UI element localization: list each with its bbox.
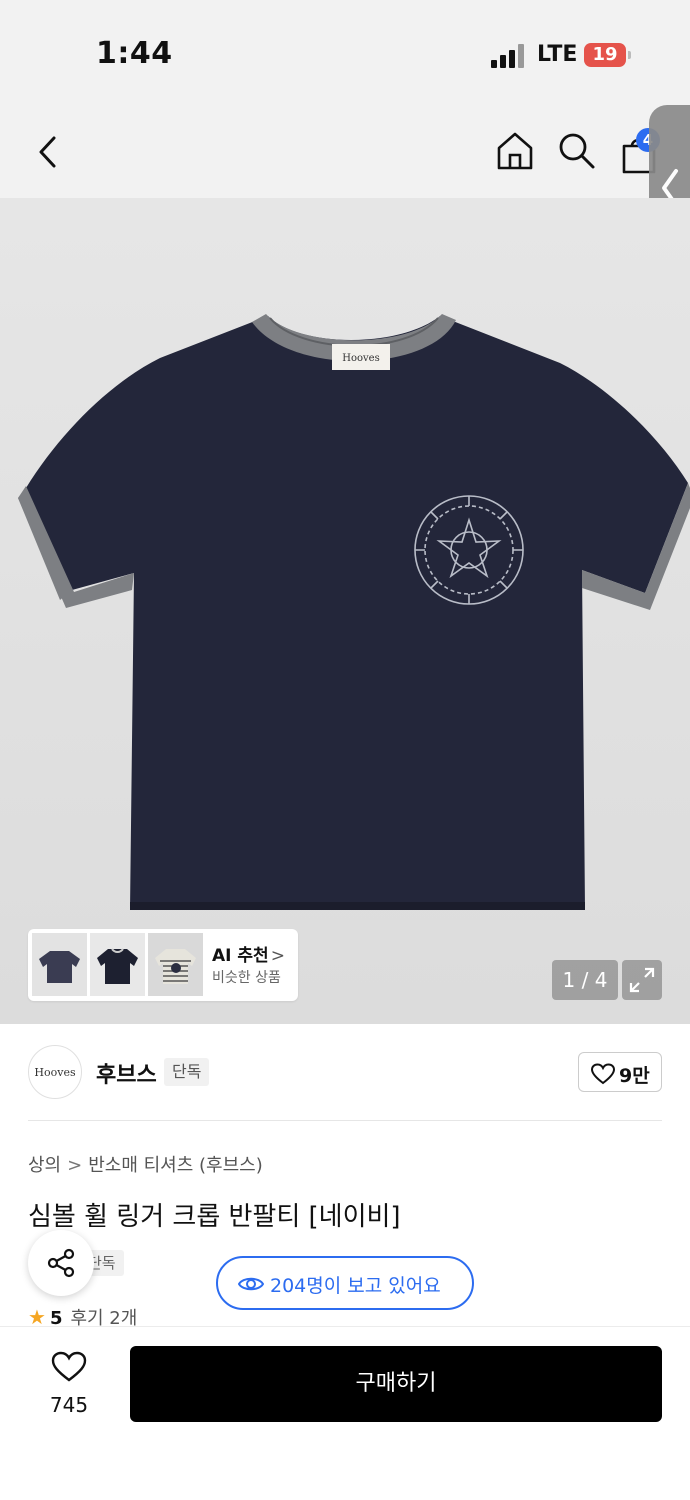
brand-logo[interactable]: Hooves xyxy=(28,1045,82,1099)
breadcrumb-item-subcategory[interactable]: 반소매 티셔츠 (후브스) xyxy=(88,1155,263,1176)
home-icon[interactable] xyxy=(494,130,536,172)
status-bar: 1:44 LTE 19 xyxy=(0,0,690,110)
top-navigation: 4 xyxy=(0,110,690,198)
rating-score: 5 xyxy=(49,1308,63,1328)
heart-icon xyxy=(51,1351,87,1382)
brand-like-button[interactable]: 9만 xyxy=(578,1052,662,1092)
product-title: 심볼 휠 링거 크롭 반팔티 [네이비] xyxy=(28,1202,401,1232)
star-icon: ★ xyxy=(28,1305,46,1328)
expand-icon[interactable] xyxy=(622,960,662,1000)
product-image-gallery[interactable]: Hooves AI 추천 > 비슷한 상품 1 / 4 xyxy=(0,198,690,1024)
breadcrumb-separator: > xyxy=(67,1155,83,1176)
clock: 1:44 xyxy=(96,36,173,71)
thumbnail-3[interactable] xyxy=(148,933,203,996)
network-label: LTE xyxy=(537,42,578,67)
buy-button[interactable]: 구매하기 xyxy=(130,1346,662,1422)
thumbnail-2[interactable] xyxy=(90,933,145,996)
divider xyxy=(28,1120,662,1121)
live-viewers-text: 204명이 보고 있어요 xyxy=(270,1275,441,1297)
wishlist-count: 745 xyxy=(49,1393,89,1417)
ai-recommend-subtitle: 비슷한 상품 xyxy=(212,970,281,986)
breadcrumb: 상의 > 반소매 티셔츠 (후브스) xyxy=(28,1151,263,1177)
eye-icon xyxy=(238,1277,264,1291)
share-button[interactable] xyxy=(28,1230,94,1296)
battery-icon: 19 xyxy=(584,43,631,67)
back-arrow-icon[interactable] xyxy=(30,130,70,174)
garment-label-text: Hooves xyxy=(342,353,379,364)
ai-recommend-title[interactable]: AI 추천 > xyxy=(212,941,285,966)
similar-products-panel[interactable]: AI 추천 > 비슷한 상품 xyxy=(28,929,298,1001)
rating-summary[interactable]: ★ 5 후기 2개 xyxy=(28,1304,137,1328)
bottom-action-bar: 745 구매하기 xyxy=(0,1326,690,1500)
live-viewers-pill: 204명이 보고 있어요 xyxy=(216,1256,474,1310)
signal-icon xyxy=(491,44,525,68)
review-count[interactable]: 후기 2개 xyxy=(70,1308,137,1328)
breadcrumb-item-category[interactable]: 상의 xyxy=(28,1155,61,1176)
chevron-right-icon: > xyxy=(270,946,285,966)
image-counter: 1 / 4 xyxy=(552,960,618,1000)
brand-like-count: 9만 xyxy=(619,1065,650,1087)
search-icon[interactable] xyxy=(556,130,598,172)
brand-name[interactable]: 후브스 xyxy=(96,1057,157,1089)
exclusive-badge: 단독 xyxy=(164,1058,210,1086)
product-image: Hooves xyxy=(18,314,690,910)
thumbnail-1[interactable] xyxy=(32,933,87,996)
heart-icon xyxy=(591,1063,615,1085)
share-icon xyxy=(47,1248,75,1278)
wishlist-button[interactable]: 745 xyxy=(30,1347,108,1427)
